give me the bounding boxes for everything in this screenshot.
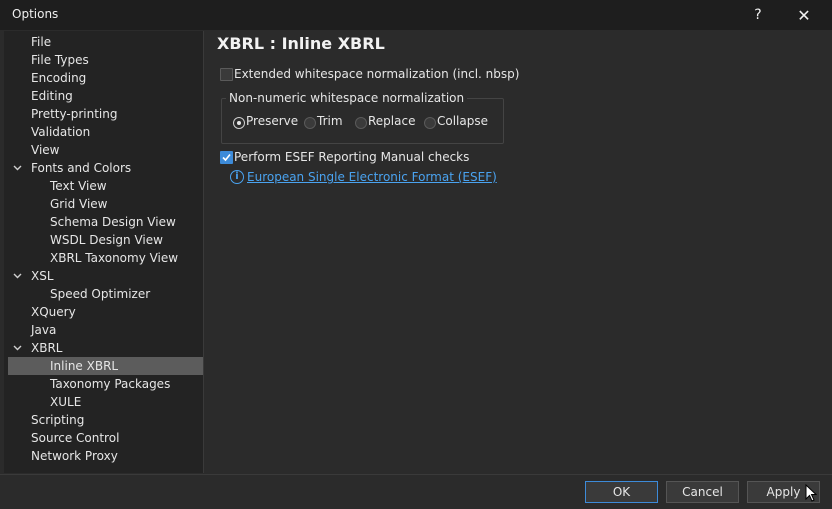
- tree-item[interactable]: File Types: [8, 51, 203, 69]
- tree-item-label: Fonts and Colors: [31, 161, 132, 175]
- tree-item-label: Encoding: [31, 71, 87, 85]
- tree-item-label: Validation: [31, 125, 91, 139]
- cancel-button[interactable]: Cancel: [666, 481, 739, 503]
- radio-replace[interactable]: [355, 117, 367, 129]
- page-title: XBRL : Inline XBRL: [217, 34, 385, 53]
- close-button[interactable]: ✕: [782, 0, 826, 30]
- title-bar: Options ? ✕: [0, 0, 832, 30]
- help-button[interactable]: ?: [736, 0, 780, 30]
- tree-item[interactable]: XULE: [8, 393, 203, 411]
- tree-item-label: Speed Optimizer: [50, 287, 151, 301]
- tree-item[interactable]: Editing: [8, 87, 203, 105]
- info-icon: i: [230, 170, 244, 184]
- tree-item[interactable]: Fonts and Colors: [8, 159, 203, 177]
- button-bar: OK Cancel Apply: [0, 474, 832, 509]
- tree-item-label: XQuery: [31, 305, 76, 319]
- tree-item[interactable]: Network Proxy: [8, 447, 203, 465]
- radio-preserve[interactable]: [233, 117, 245, 129]
- tree-item-label: Taxonomy Packages: [50, 377, 171, 391]
- tree-item-label: Java: [31, 323, 57, 337]
- tree-item[interactable]: XBRL Taxonomy View: [8, 249, 203, 267]
- extended-whitespace-label: Extended whitespace normalization (incl.…: [234, 67, 520, 81]
- tree-item[interactable]: WSDL Design View: [8, 231, 203, 249]
- tree-item[interactable]: Schema Design View: [8, 213, 203, 231]
- tree-item[interactable]: XSL: [8, 267, 203, 285]
- radio-collapse[interactable]: [424, 117, 436, 129]
- tree-item-label: Schema Design View: [50, 215, 176, 229]
- extended-whitespace-checkbox[interactable]: [220, 68, 233, 81]
- tree-item[interactable]: Grid View: [8, 195, 203, 213]
- tree-item[interactable]: File: [8, 33, 203, 51]
- tree-item[interactable]: Pretty-printing: [8, 105, 203, 123]
- tree-item[interactable]: Taxonomy Packages: [8, 375, 203, 393]
- tree-item-label: Pretty-printing: [31, 107, 118, 121]
- tree-item-label: Scripting: [31, 413, 85, 427]
- radio-replace-label: Replace: [368, 114, 416, 128]
- tree-item[interactable]: Validation: [8, 123, 203, 141]
- tree-item[interactable]: Text View: [8, 177, 203, 195]
- tree-item[interactable]: View: [8, 141, 203, 159]
- esef-checks-label: Perform ESEF Reporting Manual checks: [234, 150, 470, 164]
- settings-panel: XBRL : Inline XBRL Extended whitespace n…: [204, 31, 828, 473]
- mouse-cursor-icon: [805, 484, 817, 502]
- tree-item-label: Network Proxy: [31, 449, 118, 463]
- tree-item[interactable]: Java: [8, 321, 203, 339]
- tree-item[interactable]: Inline XBRL: [8, 357, 203, 375]
- tree-item[interactable]: Scripting: [8, 411, 203, 429]
- group-legend: Non-numeric whitespace normalization: [226, 91, 468, 105]
- tree-item-label: XBRL: [31, 341, 63, 355]
- tree-item[interactable]: XQuery: [8, 303, 203, 321]
- tree-item-label: File: [31, 35, 52, 49]
- esef-link[interactable]: European Single Electronic Format (ESEF): [247, 170, 497, 184]
- tree-item-label: XSL: [31, 269, 54, 283]
- tree-item-label: File Types: [31, 53, 89, 67]
- chevron-down-icon[interactable]: [11, 267, 23, 285]
- ok-button[interactable]: OK: [585, 481, 658, 503]
- tree-item-label: View: [31, 143, 60, 157]
- tree-item-label: Source Control: [31, 431, 120, 445]
- radio-preserve-label: Preserve: [246, 114, 299, 128]
- window-title: Options: [12, 7, 59, 21]
- radio-trim[interactable]: [304, 117, 316, 129]
- esef-checks-checkbox[interactable]: [220, 151, 233, 164]
- radio-trim-label: Trim: [317, 114, 343, 128]
- whitespace-normalization-group: Non-numeric whitespace normalization Pre…: [221, 91, 504, 144]
- tree-item[interactable]: Encoding: [8, 69, 203, 87]
- tree-item-label: Editing: [31, 89, 73, 103]
- tree-item-label: Inline XBRL: [50, 359, 119, 373]
- tree-item-label: Text View: [50, 179, 107, 193]
- options-tree[interactable]: File File Types Encoding Editing Pretty-prin…: [4, 31, 204, 473]
- tree-item[interactable]: Source Control: [8, 429, 203, 447]
- tree-item-label: Grid View: [50, 197, 108, 211]
- tree-item[interactable]: Speed Optimizer: [8, 285, 203, 303]
- chevron-down-icon[interactable]: [11, 159, 23, 177]
- tree-item-label: XBRL Taxonomy View: [50, 251, 179, 265]
- radio-collapse-label: Collapse: [437, 114, 488, 128]
- tree-item[interactable]: XBRL: [8, 339, 203, 357]
- tree-item-label: WSDL Design View: [50, 233, 163, 247]
- chevron-down-icon[interactable]: [11, 339, 23, 357]
- tree-item-label: XULE: [50, 395, 82, 409]
